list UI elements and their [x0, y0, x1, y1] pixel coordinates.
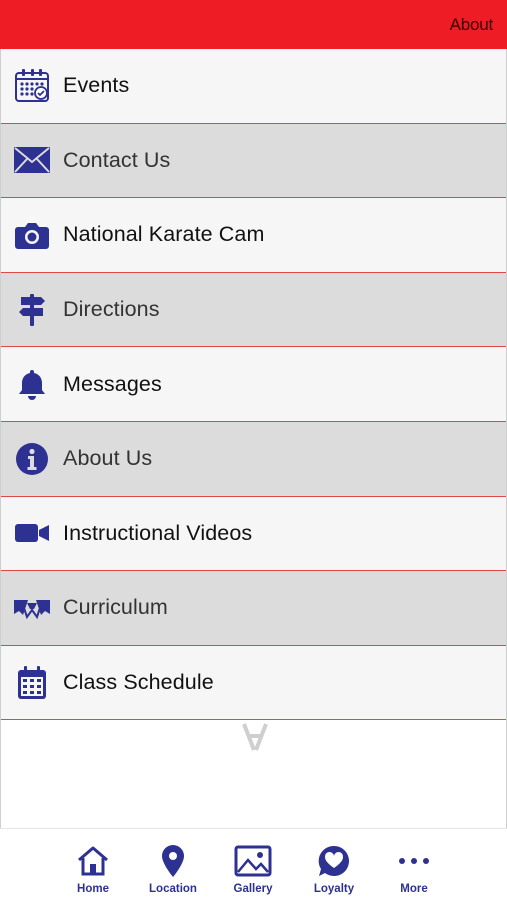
tab-label: Loyalty [313, 883, 355, 895]
menu-item-about-us[interactable]: About Us [1, 421, 506, 497]
heart-bubble-icon [317, 843, 351, 879]
menu-item-messages[interactable]: Messages [1, 347, 506, 422]
menu-item-instructional-videos[interactable]: Instructional Videos [1, 496, 506, 572]
tab-label: More [400, 883, 428, 895]
top-header: About [0, 0, 507, 49]
map-pin-icon [161, 843, 185, 879]
karate-logo-watermark [234, 722, 276, 752]
signpost-icon [1, 273, 63, 347]
ellipsis-icon [398, 843, 430, 879]
tab-gallery[interactable]: Gallery [213, 843, 293, 895]
menu-item-label: Contact Us [63, 147, 171, 172]
bottom-tab-bar: Home Location Gallery Loyalty More [0, 828, 507, 900]
calendar-check-icon [1, 49, 63, 123]
menu-item-events[interactable]: Events [1, 49, 506, 124]
menu-list: Events Contact Us National Karate Cam Di… [0, 49, 507, 721]
menu-item-class-schedule[interactable]: Class Schedule [1, 645, 506, 721]
tab-label: Home [77, 883, 109, 895]
menu-item-contact-us[interactable]: Contact Us [1, 123, 506, 199]
tab-home[interactable]: Home [53, 843, 133, 895]
tab-label: Gallery [233, 883, 273, 895]
menu-item-curriculum[interactable]: Curriculum [1, 571, 506, 646]
info-circle-icon [1, 422, 63, 496]
menu-item-label: Curriculum [63, 595, 168, 620]
tab-loyalty[interactable]: Loyalty [294, 843, 374, 895]
menu-item-national-karate-cam[interactable]: National Karate Cam [1, 198, 506, 273]
calendar-icon [1, 646, 63, 720]
header-title: About [449, 15, 494, 34]
video-camera-icon [1, 496, 63, 570]
menu-item-label: Messages [63, 371, 162, 396]
menu-item-directions[interactable]: Directions [1, 272, 506, 348]
envelope-icon [1, 123, 63, 197]
menu-item-label: Events [63, 73, 130, 98]
menu-item-label: About Us [63, 446, 153, 471]
image-icon [234, 843, 272, 879]
tab-more[interactable]: More [374, 843, 454, 895]
tab-location[interactable]: Location [133, 843, 213, 895]
home-icon [76, 843, 110, 879]
menu-item-label: National Karate Cam [63, 222, 265, 247]
camera-icon [1, 198, 63, 272]
ribbon-bow-icon [1, 571, 63, 645]
bell-icon [1, 347, 63, 421]
menu-item-label: Instructional Videos [63, 520, 253, 545]
menu-item-label: Directions [63, 297, 160, 322]
tab-label: Location [149, 883, 197, 895]
menu-item-label: Class Schedule [63, 670, 214, 695]
